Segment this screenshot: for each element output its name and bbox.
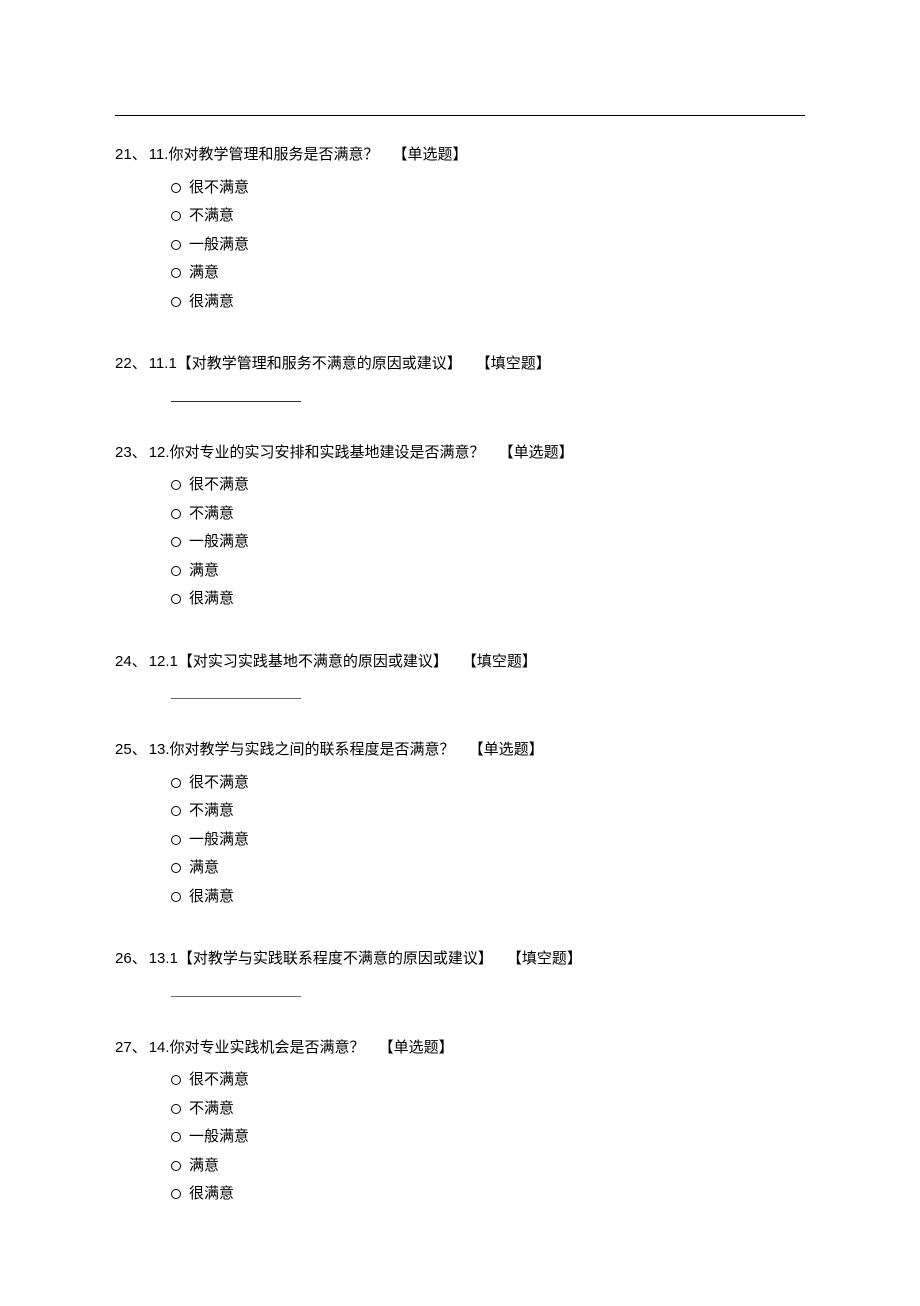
separator: 、 xyxy=(132,741,147,758)
question-number: 23 xyxy=(115,444,132,461)
option-list: 很不满意不满意一般满意满意很满意 xyxy=(115,772,805,909)
option-item[interactable]: 一般满意 xyxy=(171,531,805,554)
question: 23、12.你对专业的实习安排和实践基地建设是否满意？ 【单选题】很不满意不满意一… xyxy=(115,442,805,611)
option-item[interactable]: 满意 xyxy=(171,560,805,583)
question-text: 11.1【对教学管理和服务不满意的原因或建议】 xyxy=(149,355,462,372)
question: 22、11.1【对教学管理和服务不满意的原因或建议】【填空题】 xyxy=(115,353,805,402)
question: 25、13.你对教学与实践之间的联系程度是否满意？ 【单选题】很不满意不满意一般满… xyxy=(115,739,805,908)
option-item[interactable]: 不满意 xyxy=(171,503,805,526)
option-item[interactable]: 一般满意 xyxy=(171,1126,805,1149)
question-title: 27、14.你对专业实践机会是否满意？ 【单选题】 xyxy=(115,1037,805,1060)
question-type-tag: 【单选题】 xyxy=(392,146,467,163)
option-item[interactable]: 很满意 xyxy=(171,588,805,611)
option-list: 很不满意不满意一般满意满意很满意 xyxy=(115,1069,805,1206)
question-text: 12.1【对实习实践基地不满意的原因或建议】 xyxy=(149,653,448,670)
question: 21、11.你对教学管理和服务是否满意？ 【单选题】很不满意不满意一般满意满意很满… xyxy=(115,144,805,313)
question-text: 14.你对专业实践机会是否满意？ xyxy=(149,1039,365,1056)
option-item[interactable]: 很不满意 xyxy=(171,1069,805,1092)
question: 26、13.1【对教学与实践联系程度不满意的原因或建议】【填空题】 xyxy=(115,948,805,997)
question-number: 22 xyxy=(115,355,132,372)
page-top-rule xyxy=(115,115,805,116)
option-item[interactable]: 很不满意 xyxy=(171,772,805,795)
separator: 、 xyxy=(132,1039,147,1056)
option-list: 很不满意不满意一般满意满意很满意 xyxy=(115,474,805,611)
option-item[interactable]: 很不满意 xyxy=(171,177,805,200)
question-type-tag: 【单选题】 xyxy=(379,1039,454,1056)
fill-blank-line[interactable] xyxy=(171,987,301,997)
option-item[interactable]: 一般满意 xyxy=(171,829,805,852)
option-item[interactable]: 不满意 xyxy=(171,1098,805,1121)
separator: 、 xyxy=(132,444,147,461)
fill-blank-line[interactable] xyxy=(171,689,301,699)
option-item[interactable]: 满意 xyxy=(171,1155,805,1178)
question-title: 26、13.1【对教学与实践联系程度不满意的原因或建议】【填空题】 xyxy=(115,948,805,971)
question-number: 24 xyxy=(115,653,132,670)
option-item[interactable]: 满意 xyxy=(171,262,805,285)
option-item[interactable]: 很满意 xyxy=(171,291,805,314)
question-number: 26 xyxy=(115,950,132,967)
separator: 、 xyxy=(132,950,147,967)
option-item[interactable]: 很满意 xyxy=(171,1183,805,1206)
question-type-tag: 【单选题】 xyxy=(499,444,574,461)
option-item[interactable]: 满意 xyxy=(171,857,805,880)
question: 24、12.1【对实习实践基地不满意的原因或建议】【填空题】 xyxy=(115,651,805,700)
question-text: 12.你对专业的实习安排和实践基地建设是否满意？ xyxy=(149,444,485,461)
separator: 、 xyxy=(132,355,147,372)
question-text: 13.1【对教学与实践联系程度不满意的原因或建议】 xyxy=(149,950,493,967)
question-title: 21、11.你对教学管理和服务是否满意？ 【单选题】 xyxy=(115,144,805,167)
question-title: 24、12.1【对实习实践基地不满意的原因或建议】【填空题】 xyxy=(115,651,805,674)
fill-blank-line[interactable] xyxy=(171,392,301,402)
question: 27、14.你对专业实践机会是否满意？ 【单选题】很不满意不满意一般满意满意很满意 xyxy=(115,1037,805,1206)
separator: 、 xyxy=(132,146,147,163)
question-number: 27 xyxy=(115,1039,132,1056)
option-list: 很不满意不满意一般满意满意很满意 xyxy=(115,177,805,314)
question-title: 25、13.你对教学与实践之间的联系程度是否满意？ 【单选题】 xyxy=(115,739,805,762)
option-item[interactable]: 一般满意 xyxy=(171,234,805,257)
option-item[interactable]: 不满意 xyxy=(171,205,805,228)
question-title: 22、11.1【对教学管理和服务不满意的原因或建议】【填空题】 xyxy=(115,353,805,376)
question-type-tag: 【填空题】 xyxy=(507,950,582,967)
questions-container: 21、11.你对教学管理和服务是否满意？【单选题】很不满意不满意一般满意满意很满… xyxy=(115,144,805,1206)
question-text: 13.你对教学与实践之间的联系程度是否满意？ xyxy=(149,741,455,758)
question-title: 23、12.你对专业的实习安排和实践基地建设是否满意？ 【单选题】 xyxy=(115,442,805,465)
question-type-tag: 【填空题】 xyxy=(462,653,537,670)
question-type-tag: 【填空题】 xyxy=(476,355,551,372)
option-item[interactable]: 很不满意 xyxy=(171,474,805,497)
question-number: 21 xyxy=(115,146,132,163)
separator: 、 xyxy=(132,653,147,670)
question-text: 11.你对教学管理和服务是否满意？ xyxy=(149,146,379,163)
option-item[interactable]: 很满意 xyxy=(171,886,805,909)
option-item[interactable]: 不满意 xyxy=(171,800,805,823)
question-number: 25 xyxy=(115,741,132,758)
question-type-tag: 【单选题】 xyxy=(469,741,544,758)
